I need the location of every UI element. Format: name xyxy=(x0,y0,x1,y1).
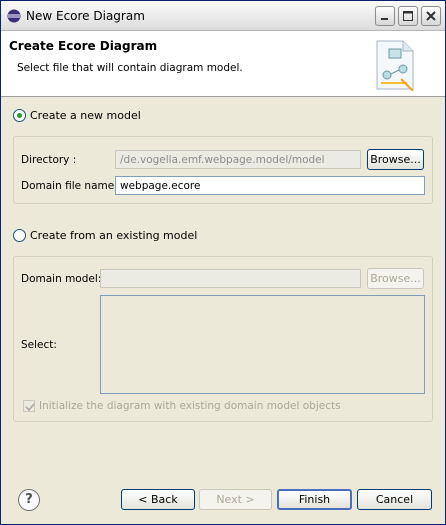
domain-file-label: Domain file name: xyxy=(21,180,118,192)
maximize-button[interactable] xyxy=(398,6,418,26)
new-model-group: Directory : Browse... Domain file name: xyxy=(13,136,433,204)
domain-model-field[interactable] xyxy=(100,269,361,288)
new-model-label: Create a new model xyxy=(30,109,141,122)
wizard-content: Create a new model Directory : Browse...… xyxy=(1,98,445,478)
maximize-icon xyxy=(403,11,413,21)
existing-model-label: Create from an existing model xyxy=(30,229,198,242)
back-button[interactable]: < Back xyxy=(121,489,195,510)
directory-label: Directory : xyxy=(21,154,77,166)
wizard-header: Create Ecore Diagram Select file that wi… xyxy=(1,31,445,97)
help-icon[interactable]: ? xyxy=(18,489,40,511)
close-button[interactable] xyxy=(421,6,441,26)
checkmark-icon xyxy=(25,403,35,412)
wizard-footer: ? < Back Next > Finish Cancel xyxy=(1,479,445,524)
page-description: Select file that will contain diagram mo… xyxy=(17,62,243,74)
select-label: Select: xyxy=(21,339,57,351)
domain-model-browse-button[interactable]: Browse... xyxy=(367,268,424,289)
existing-model-radio-row[interactable]: Create from an existing model xyxy=(13,229,197,242)
existing-model-group: Domain model: Browse... Select: Initiali… xyxy=(13,256,433,422)
finish-button[interactable]: Finish xyxy=(277,489,352,510)
new-model-radio[interactable] xyxy=(13,109,26,122)
next-button[interactable]: Next > xyxy=(199,489,272,510)
select-list[interactable] xyxy=(100,295,425,394)
init-diagram-label: Initialize the diagram with existing dom… xyxy=(39,400,341,412)
init-diagram-checkbox-row[interactable]: Initialize the diagram with existing dom… xyxy=(23,400,341,412)
close-icon xyxy=(426,11,436,21)
window-title: New Ecore Diagram xyxy=(26,9,145,23)
cancel-button[interactable]: Cancel xyxy=(357,489,432,510)
directory-browse-button[interactable]: Browse... xyxy=(367,149,424,170)
eclipse-icon xyxy=(7,9,21,23)
minimize-icon xyxy=(381,18,388,20)
title-bar[interactable]: New Ecore Diagram xyxy=(1,1,445,31)
domain-model-label: Domain model: xyxy=(21,273,102,285)
init-diagram-checkbox[interactable] xyxy=(23,400,35,412)
new-model-radio-row[interactable]: Create a new model xyxy=(13,109,141,122)
diagram-wizard-icon xyxy=(376,40,414,91)
minimize-button[interactable] xyxy=(375,6,395,26)
dialog-window: New Ecore Diagram Create Ecore Diagram S… xyxy=(0,0,446,525)
page-title: Create Ecore Diagram xyxy=(9,39,158,53)
existing-model-radio[interactable] xyxy=(13,229,26,242)
domain-file-field[interactable] xyxy=(115,176,425,195)
directory-field[interactable] xyxy=(115,150,361,169)
